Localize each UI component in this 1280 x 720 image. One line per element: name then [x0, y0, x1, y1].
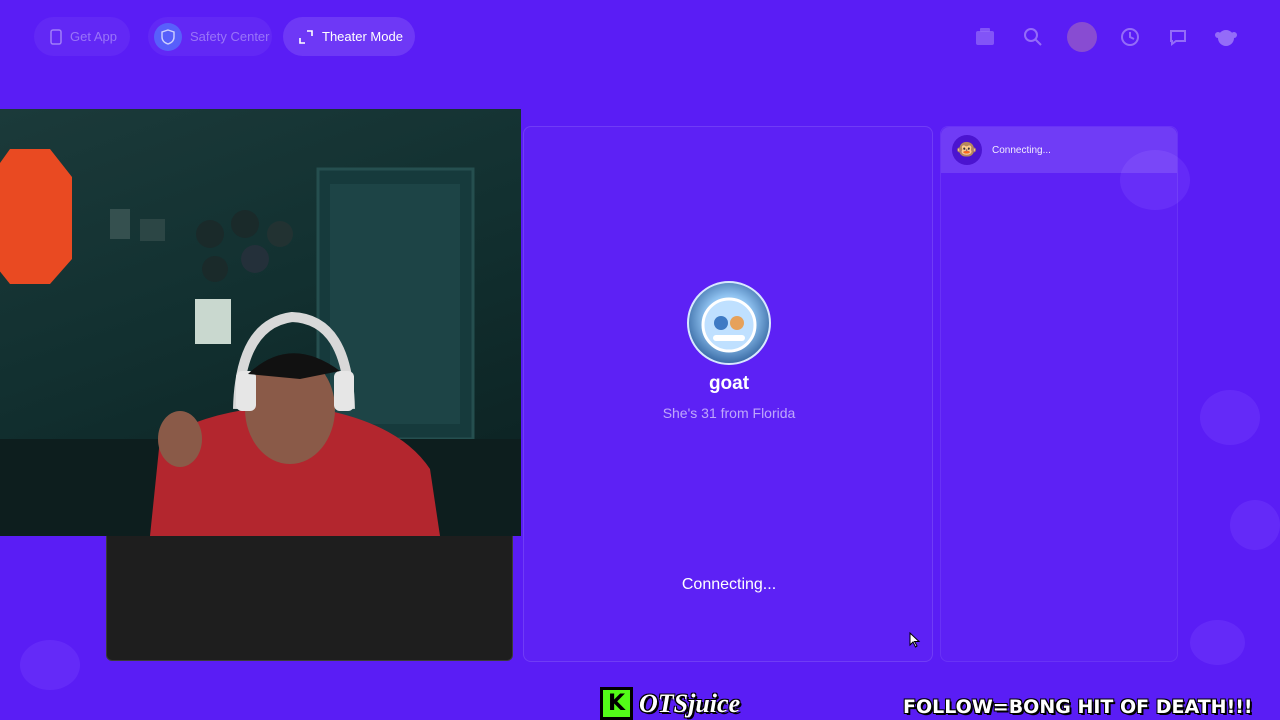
theater-mode-label: Theater Mode — [322, 29, 403, 44]
kick-logo-icon: K — [600, 687, 633, 720]
mouse-cursor-icon — [909, 631, 921, 653]
streamer-name: OTSjuice — [639, 688, 741, 718]
self-webcam-video — [0, 109, 521, 536]
search-icon[interactable] — [1018, 22, 1048, 52]
streamer-brand: K OTSjuice — [600, 687, 740, 720]
monkey-avatar-icon: 🐵 — [952, 135, 982, 165]
history-clock-icon[interactable] — [1115, 22, 1145, 52]
stranger-panel: goat She's 31 from Florida Connecting... — [523, 126, 933, 662]
background-blob — [1190, 620, 1245, 665]
chat-bubble-icon[interactable] — [1163, 22, 1193, 52]
background-blob — [1230, 500, 1280, 550]
safety-center-button[interactable]: Safety Center — [148, 17, 272, 56]
stranger-bio: She's 31 from Florida — [662, 405, 796, 421]
theater-mode-button[interactable]: Theater Mode — [283, 17, 415, 56]
background-blob — [20, 640, 80, 690]
get-app-label: Get App — [70, 29, 117, 44]
shield-icon — [154, 22, 182, 51]
monkey-logo-icon[interactable] — [1211, 22, 1241, 52]
get-app-button[interactable]: Get App — [34, 17, 130, 56]
stranger-name: goat — [708, 373, 750, 394]
top-bar: Get App Safety Center Theater Mode — [0, 0, 1280, 74]
background-blob — [1200, 390, 1260, 445]
stranger-avatar[interactable] — [687, 281, 771, 365]
self-video-placeholder — [106, 536, 513, 661]
phone-icon — [50, 28, 62, 45]
overlay-ticker: FOLLOW=BONG HIT OF DEATH!!! — [903, 696, 1253, 718]
safety-center-label: Safety Center — [190, 29, 270, 44]
free-badge-icon[interactable] — [970, 22, 1000, 52]
chat-panel: 🐵 Connecting... — [940, 126, 1178, 662]
profile-avatar-icon[interactable] — [1067, 22, 1097, 52]
expand-icon — [298, 29, 314, 45]
connecting-status: Connecting... — [681, 576, 777, 593]
chat-header: 🐵 Connecting... — [941, 127, 1177, 173]
chat-status: Connecting... — [992, 144, 1051, 156]
